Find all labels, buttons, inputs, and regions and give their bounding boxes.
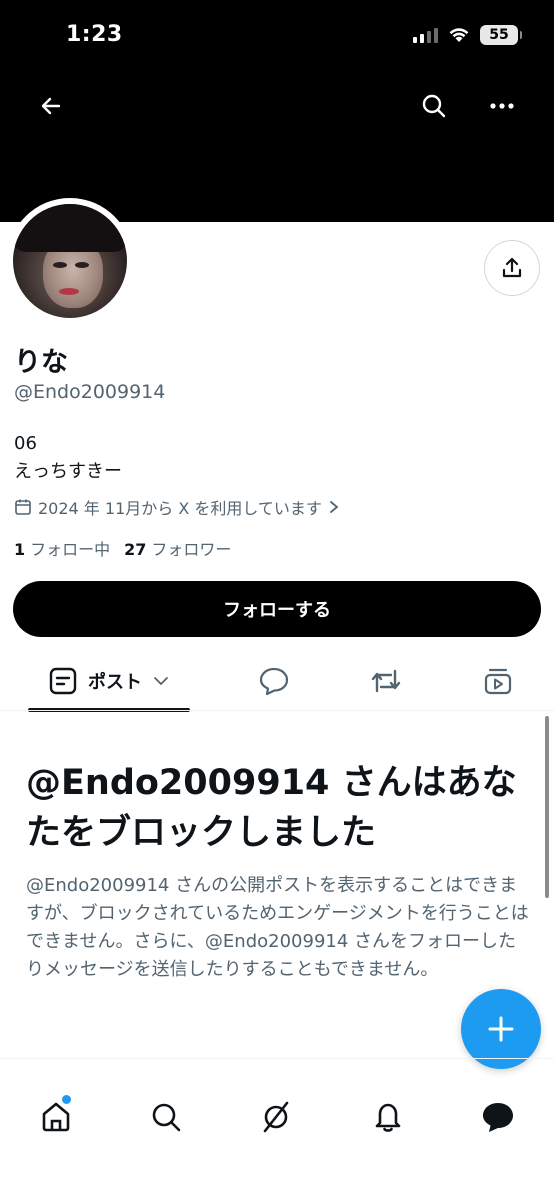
search-icon [152,1103,181,1132]
back-button[interactable] [31,86,71,126]
share-icon [502,257,522,278]
battery-icon: 55 [480,25,522,45]
followers-count: 27 [124,540,147,559]
blocked-title: @Endo2009914 さんはあなたをブロックしました [26,763,517,853]
repost-icon [371,669,401,693]
calendar-icon [15,499,31,515]
status-indicators: 55 [413,25,522,45]
nav-notifications[interactable] [366,1095,410,1139]
tab-reposts[interactable] [360,652,412,710]
search-button[interactable] [414,86,454,126]
tab-replies[interactable] [248,652,300,710]
plus-icon [488,1016,514,1042]
following-link[interactable]: 1 フォロー中 [14,536,110,560]
tab-posts[interactable]: ポスト [28,652,190,710]
compose-button[interactable] [461,989,541,1069]
wifi-icon [449,28,469,42]
avatar-ring [7,198,133,324]
reply-icon [259,667,289,696]
following-count: 1 [14,540,26,559]
chevron-right-icon [330,501,339,513]
followers-label: フォロワー [151,540,232,559]
follow-stats: 1 フォロー中 27 フォロワー [14,536,231,560]
display-name: りな [14,347,68,378]
arrow-left-icon [41,97,61,115]
chevron-down-icon [154,677,168,686]
blocked-description: @Endo2009914 さんの公開ポストを表示することはできますが、ブロックさ… [26,875,529,980]
joined-label: 2024 年 11月から X を利用しています [38,499,322,518]
messages-icon [483,1103,513,1132]
bell-icon [375,1103,401,1132]
avatar[interactable] [13,204,127,318]
bio-line: えっちすきー [14,461,122,482]
profile-handle: @Endo2009914 [14,381,166,403]
bio-line: 06 [14,433,37,454]
tabs-divider [0,710,554,711]
follow-button[interactable]: フォローする [13,581,541,637]
profile-bio: 06 えっちすきー [14,430,122,486]
status-time: 1:23 [66,22,123,47]
media-icon [484,668,512,695]
nav-messages[interactable] [476,1095,520,1139]
more-button[interactable] [482,86,522,126]
tab-posts-label: ポスト [88,672,142,693]
home-icon [42,1102,70,1132]
signal-icon [413,27,438,43]
following-label: フォロー中 [30,540,111,559]
nav-grok[interactable] [254,1095,298,1139]
followers-link[interactable]: 27 フォロワー [124,536,231,560]
search-icon [422,94,446,118]
share-button[interactable] [484,240,540,296]
bottom-nav [0,1059,554,1199]
scrollbar[interactable] [545,716,549,898]
notification-dot [62,1095,71,1104]
tab-media[interactable] [472,652,524,710]
grok-icon [263,1101,289,1133]
nav-search[interactable] [144,1095,188,1139]
nav-home[interactable] [34,1095,78,1139]
profile-tabs: ポスト [0,652,554,712]
posts-icon [49,667,77,695]
joined-date[interactable]: 2024 年 11月から X を利用しています [14,495,340,519]
more-horizontal-icon [490,103,514,109]
